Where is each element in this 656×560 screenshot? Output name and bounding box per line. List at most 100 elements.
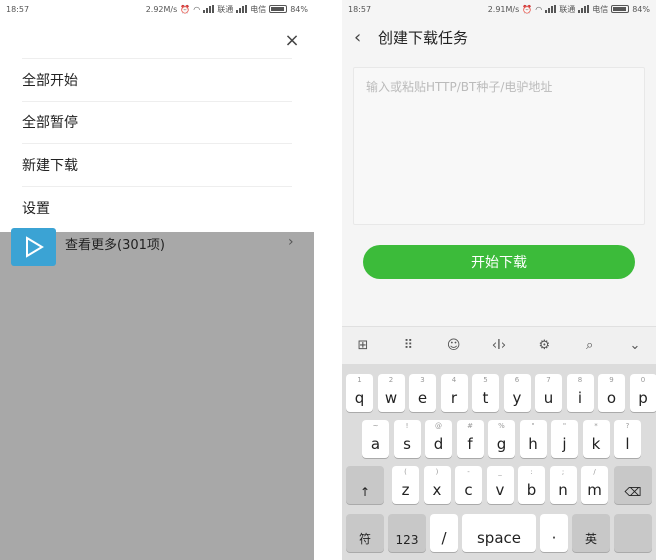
key-label: / xyxy=(441,529,447,547)
key-hint: ) xyxy=(435,468,439,476)
url-input[interactable]: 输入或粘贴HTTP/BT种子/电驴地址 xyxy=(353,67,645,225)
enter-key[interactable] xyxy=(614,514,652,552)
key-label: v xyxy=(495,481,505,499)
key-label: w xyxy=(384,389,398,407)
key-hint: ~ xyxy=(372,422,379,430)
shift-key[interactable]: ↑ xyxy=(346,466,384,504)
url-placeholder: 输入或粘贴HTTP/BT种子/电驴地址 xyxy=(366,80,553,94)
key-n[interactable]: ; n xyxy=(549,466,577,504)
close-button[interactable]: × xyxy=(280,28,304,52)
key-p[interactable]: 0p xyxy=(629,374,656,412)
key-label: m xyxy=(587,481,602,499)
status-carrier-2: 电信 xyxy=(592,4,609,14)
key-period[interactable]: · xyxy=(540,514,568,552)
search-icon[interactable]: ⌕ xyxy=(581,338,599,353)
key-hint: 5 xyxy=(483,376,488,384)
wifi-icon: ◠ xyxy=(535,4,543,14)
key-label: ⌫ xyxy=(624,485,642,499)
key-slash[interactable]: / xyxy=(430,514,458,552)
menu-item-new-download[interactable]: 新建下载 xyxy=(22,144,292,187)
backspace-key[interactable]: ⌫ xyxy=(614,466,652,504)
status-bar: 18:57 2.92M/s ⏰ ◠ 联通 电信 84% xyxy=(0,0,314,18)
key-k[interactable]: * k xyxy=(582,420,610,458)
key-w[interactable]: 2w xyxy=(377,374,405,412)
key-label: f xyxy=(467,435,473,453)
key-i[interactable]: 8i xyxy=(566,374,594,412)
key-m[interactable]: / m xyxy=(581,466,608,504)
key-hint: ? xyxy=(625,422,630,430)
key-q[interactable]: 1q xyxy=(346,374,373,412)
key-l[interactable]: ? l xyxy=(614,420,641,458)
status-carrier-1: 联通 xyxy=(217,4,234,14)
key-s[interactable]: ! s xyxy=(393,420,421,458)
key-hint: / xyxy=(593,468,596,476)
keyboard-toolbar: ⊞ ⠿ ☺ ‹I› ⚙ ⌕ ⌄ xyxy=(342,326,656,364)
key-y[interactable]: 6y xyxy=(503,374,531,412)
key-h[interactable]: " h xyxy=(519,420,547,458)
key-hint: 6 xyxy=(514,376,520,384)
key-hint: 2 xyxy=(388,376,394,384)
chevron-down-icon[interactable]: ⌄ xyxy=(626,338,644,353)
key-t[interactable]: 5t xyxy=(472,374,499,412)
key-o[interactable]: 9o xyxy=(598,374,625,412)
key-c[interactable]: -c xyxy=(455,466,482,504)
key-x[interactable]: ) x xyxy=(423,466,451,504)
number-key[interactable]: 123 xyxy=(388,514,426,552)
menu-item-label: 新建下载 xyxy=(22,157,78,174)
key-label: q xyxy=(354,389,365,407)
key-label: y xyxy=(512,389,522,407)
key-hint: ( xyxy=(404,468,407,476)
key-hint: 4 xyxy=(451,376,457,384)
key-e[interactable]: 3e xyxy=(409,374,436,412)
emoji-icon[interactable]: ☺ xyxy=(445,338,463,353)
key-label: e xyxy=(417,389,428,407)
menu-item-settings[interactable]: 设置 xyxy=(22,187,292,230)
key-b[interactable]: :b xyxy=(518,466,545,504)
key-label: h xyxy=(528,435,538,453)
see-more-link[interactable]: 查看更多(301项) xyxy=(65,234,165,253)
language-key[interactable]: 英 xyxy=(572,514,610,552)
start-download-button[interactable]: 开始下载 xyxy=(363,245,635,279)
menu-item-pause-all[interactable]: 全部暂停 xyxy=(22,102,292,144)
signal-icon xyxy=(545,5,557,13)
key-hint: " xyxy=(531,422,535,430)
key-u[interactable]: 7u xyxy=(535,374,562,412)
key-label: s xyxy=(403,435,411,453)
close-icon: × xyxy=(284,29,300,51)
key-v[interactable]: _ v xyxy=(486,466,514,504)
keyboard-icon[interactable]: ⠿ xyxy=(399,338,417,353)
key-j[interactable]: " j xyxy=(551,420,578,458)
gear-icon[interactable]: ⚙ xyxy=(535,338,553,353)
key-hint: - xyxy=(467,468,470,476)
key-hint: _ xyxy=(498,468,502,476)
key-d[interactable]: @ d xyxy=(425,420,452,458)
back-icon[interactable]: ‹ xyxy=(354,27,374,48)
key-hint: 0 xyxy=(640,376,646,384)
space-key[interactable]: space xyxy=(462,514,536,552)
symbol-key[interactable]: 符 xyxy=(346,514,384,552)
key-z[interactable]: (z xyxy=(392,466,419,504)
grid-icon[interactable]: ⊞ xyxy=(354,338,372,353)
menu-item-start-all[interactable]: 全部开始 xyxy=(22,59,292,102)
play-icon[interactable] xyxy=(11,228,56,266)
key-label: z xyxy=(401,481,410,499)
chevron-right-icon: › xyxy=(288,234,294,250)
alarm-icon: ⏰ xyxy=(522,4,533,14)
key-label: r xyxy=(450,389,458,407)
menu-panel: 18:57 2.92M/s ⏰ ◠ 联通 电信 84% × 全部开始 全部暂停 … xyxy=(0,0,314,232)
status-speed: 2.91M/s xyxy=(487,4,520,14)
key-hint: ! xyxy=(405,422,409,430)
key-label: k xyxy=(591,435,601,453)
key-label: l xyxy=(625,435,630,453)
key-a[interactable]: ~ a xyxy=(362,420,389,458)
key-label: x xyxy=(432,481,442,499)
key-hint: % xyxy=(498,422,505,430)
key-r[interactable]: 4r xyxy=(440,374,468,412)
key-g[interactable]: % g xyxy=(488,420,515,458)
action-menu: 全部开始 全部暂停 新建下载 设置 xyxy=(22,58,292,229)
cursor-icon[interactable]: ‹I› xyxy=(490,338,508,353)
battery-icon xyxy=(269,5,288,13)
status-battery: 84% xyxy=(632,4,650,14)
key-f[interactable]: # f xyxy=(456,420,484,458)
status-battery: 84% xyxy=(290,4,308,14)
